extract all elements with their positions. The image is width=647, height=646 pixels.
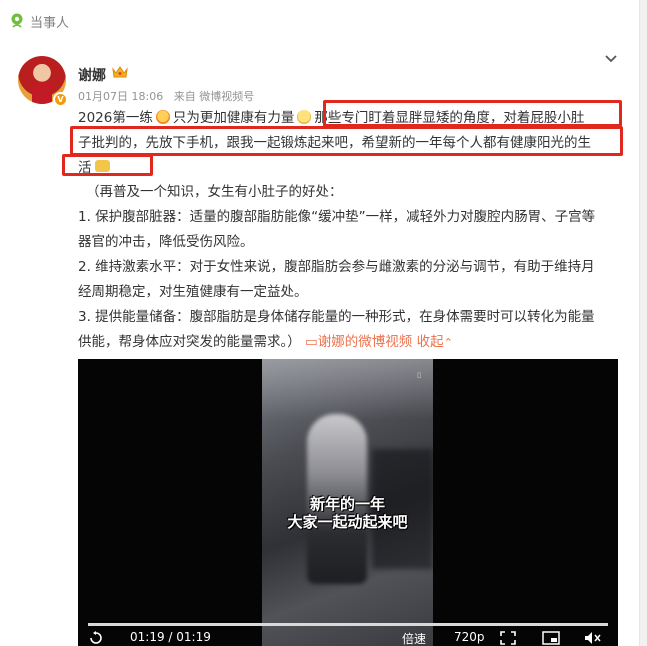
speed-button[interactable]: 倍速 xyxy=(402,630,426,646)
video-progress-bar[interactable] xyxy=(88,623,608,626)
replay-icon[interactable] xyxy=(88,631,104,645)
verified-badge: V xyxy=(53,92,68,107)
emoji-icon xyxy=(94,160,110,172)
post-line: 活 xyxy=(78,156,618,181)
post-text-segment: 2026第一练 xyxy=(78,110,153,126)
author-name[interactable]: 谢娜 xyxy=(78,65,106,85)
video-player[interactable]: ▯ 新年的一年 大家一起动起来吧 01:19 / 01:19 倍速 720p xyxy=(78,359,618,646)
video-frame: ▯ 新年的一年 大家一起动起来吧 xyxy=(262,359,433,646)
post-text-segment: 活 xyxy=(78,160,92,176)
video-time: 01:19 / 01:19 xyxy=(130,630,211,644)
post-point-2a: 2. 维持激素水平：对于女性来说，腹部脂肪会参与雌激素的分泌与调节，有助于维持月 xyxy=(78,259,595,275)
crown-icon xyxy=(112,66,128,78)
post-text-segment: 那些专门盯着显胖显矮的角度，对着屁股小肚 xyxy=(314,110,585,126)
emoji-icon xyxy=(155,110,170,124)
post-point-2b: 经周期稳定，对生殖健康有一定益处。 xyxy=(78,284,308,300)
video-controls: 01:19 / 01:19 倍速 720p xyxy=(78,629,618,646)
pip-icon[interactable] xyxy=(542,631,560,645)
post-source: 来自 微博视频号 xyxy=(173,90,255,103)
post-date[interactable]: 01月07日 18:06 xyxy=(78,90,163,103)
location-pin-icon xyxy=(11,13,23,28)
quality-button[interactable]: 720p xyxy=(454,630,485,644)
post-text: 2026第一练 只为更加健康有力量 那些专门盯着显胖显矮的角度，对着屁股小肚 子批判… xyxy=(78,106,618,181)
post-line: 2026第一练 只为更加健康有力量 那些专门盯着显胖显矮的角度，对着屁股小肚 xyxy=(78,106,618,131)
post-meta: 01月07日 18:06 来自 微博视频号 xyxy=(78,88,261,104)
post-point-3a: 3. 提供能量储备：腹部脂肪是身体储存能量的一种形式，在身体需要时可以转化为能量 xyxy=(78,309,595,325)
video-link-icon: ▭ xyxy=(305,334,318,350)
scrollbar[interactable] xyxy=(639,0,647,646)
post-intro: （再普及一个知识，女生有小肚子的好处： xyxy=(86,184,343,200)
collapse-link[interactable]: 收起⌃ xyxy=(417,334,453,350)
chevron-down-icon[interactable] xyxy=(604,54,618,64)
post-point-3b-row: 供能，帮身体应对突发的能量需求。） ▭谢娜的微博视频 收起⌃ xyxy=(78,330,618,355)
section-label: 当事人 xyxy=(30,15,70,31)
post-line: 子批判的，先放下手机，跟我一起锻炼起来吧，希望新的一年每个人都有健康阳光的生 xyxy=(78,131,618,156)
video-link[interactable]: ▭谢娜的微博视频 xyxy=(305,334,412,350)
post-text-segment: 子批判的，先放下手机，跟我一起锻炼起来吧，希望新的一年每个人都有健康阳光的生 xyxy=(78,135,591,151)
chevron-up-icon: ⌃ xyxy=(443,336,453,349)
post-point-1b: 器官的冲击，降低受伤风险。 xyxy=(78,234,254,250)
emoji-icon xyxy=(297,110,312,124)
post-point-1a: 1. 保护腹部脏器：适量的腹部脂肪能像“缓冲垫”一样，减轻外力对腹腔内肠胃、子宫… xyxy=(78,209,596,225)
volume-icon[interactable] xyxy=(584,631,602,645)
post-point-3b: 供能，帮身体应对突发的能量需求。） xyxy=(78,334,301,350)
video-watermark: ▯ xyxy=(417,371,421,379)
section-header: 当事人 xyxy=(0,0,640,42)
video-caption-2: 大家一起动起来吧 xyxy=(287,513,408,531)
fullscreen-icon[interactable] xyxy=(500,631,516,645)
post-text-segment: 只为更加健康有力量 xyxy=(172,110,295,126)
